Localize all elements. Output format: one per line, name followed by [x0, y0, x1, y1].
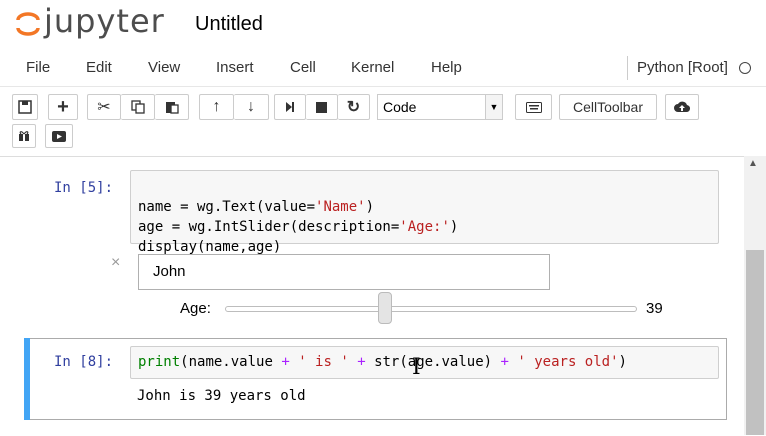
cell-type-select[interactable]: Code ▼ [377, 94, 503, 120]
kernel-name: Python [Root] [627, 56, 728, 80]
menu-edit[interactable]: Edit [86, 59, 112, 76]
menu-insert[interactable]: Insert [216, 59, 254, 76]
arrow-down-icon: ↓ [247, 98, 255, 115]
insert-cell-button[interactable]: + [48, 94, 78, 120]
cell-type-value: Code [383, 99, 417, 115]
slider-readout: 39 [646, 300, 663, 317]
chevron-down-icon: ▼ [485, 95, 502, 119]
notebook-title[interactable]: Untitled [195, 13, 263, 36]
interrupt-button[interactable] [306, 94, 338, 120]
input-prompt: In [8]: [54, 354, 114, 370]
arrow-up-icon: ↑ [212, 98, 221, 115]
menu-help[interactable]: Help [431, 59, 462, 76]
age-slider-handle[interactable] [378, 292, 392, 324]
run-button[interactable] [274, 94, 306, 120]
restart-button[interactable]: ↻ [338, 94, 370, 120]
step-icon [286, 102, 294, 112]
text-cursor-icon: I [412, 355, 421, 380]
name-text-widget[interactable]: John [138, 254, 550, 290]
gift-icon [19, 131, 29, 141]
paste-icon [165, 102, 179, 114]
scrollbar-thumb[interactable] [746, 250, 764, 435]
age-slider-track[interactable] [225, 306, 637, 312]
logo-text: jupyter [44, 2, 165, 40]
upload-button[interactable] [665, 94, 699, 120]
scissors-icon: ✂ [97, 99, 111, 116]
restart-icon: ↻ [346, 99, 361, 116]
command-palette-button[interactable] [515, 94, 552, 120]
keyboard-icon [525, 101, 542, 113]
menu-cell[interactable]: Cell [290, 59, 316, 76]
video-button[interactable] [45, 124, 73, 148]
save-button[interactable] [12, 94, 38, 120]
menu-file[interactable]: File [26, 59, 50, 76]
upload-icon [674, 101, 690, 113]
edit-mode-indicator [24, 338, 30, 420]
cell-output: John is 39 years old [137, 388, 306, 404]
code-input[interactable]: print(name.value + ' is ' + str(age.valu… [130, 346, 719, 379]
slider-label: Age: [180, 300, 211, 317]
scroll-up-icon[interactable]: ▲ [748, 158, 758, 169]
cut-button[interactable]: ✂ [87, 94, 121, 120]
youtube-icon [52, 130, 66, 142]
code-line: name = wg.Text(value='Name') [138, 199, 375, 215]
celltoolbar-button[interactable]: CellToolbar [559, 94, 657, 120]
code-line: age = wg.IntSlider(description='Age:') [138, 219, 459, 235]
kernel-status-icon [739, 62, 751, 74]
plus-icon: + [57, 95, 69, 118]
code-input[interactable]: name = wg.Text(value='Name') age = wg.Int… [130, 170, 719, 255]
gift-button[interactable] [12, 124, 36, 148]
move-up-button[interactable]: ↑ [199, 94, 234, 120]
save-icon [18, 100, 32, 114]
copy-icon [130, 100, 145, 114]
menu-view[interactable]: View [148, 59, 180, 76]
copy-button[interactable] [121, 94, 155, 120]
input-prompt: In [5]: [54, 180, 114, 196]
menu-kernel[interactable]: Kernel [351, 59, 394, 76]
paste-button[interactable] [155, 94, 189, 120]
move-down-button[interactable]: ↓ [234, 94, 269, 120]
close-output-icon[interactable]: × [111, 254, 120, 272]
stop-icon [316, 101, 327, 113]
